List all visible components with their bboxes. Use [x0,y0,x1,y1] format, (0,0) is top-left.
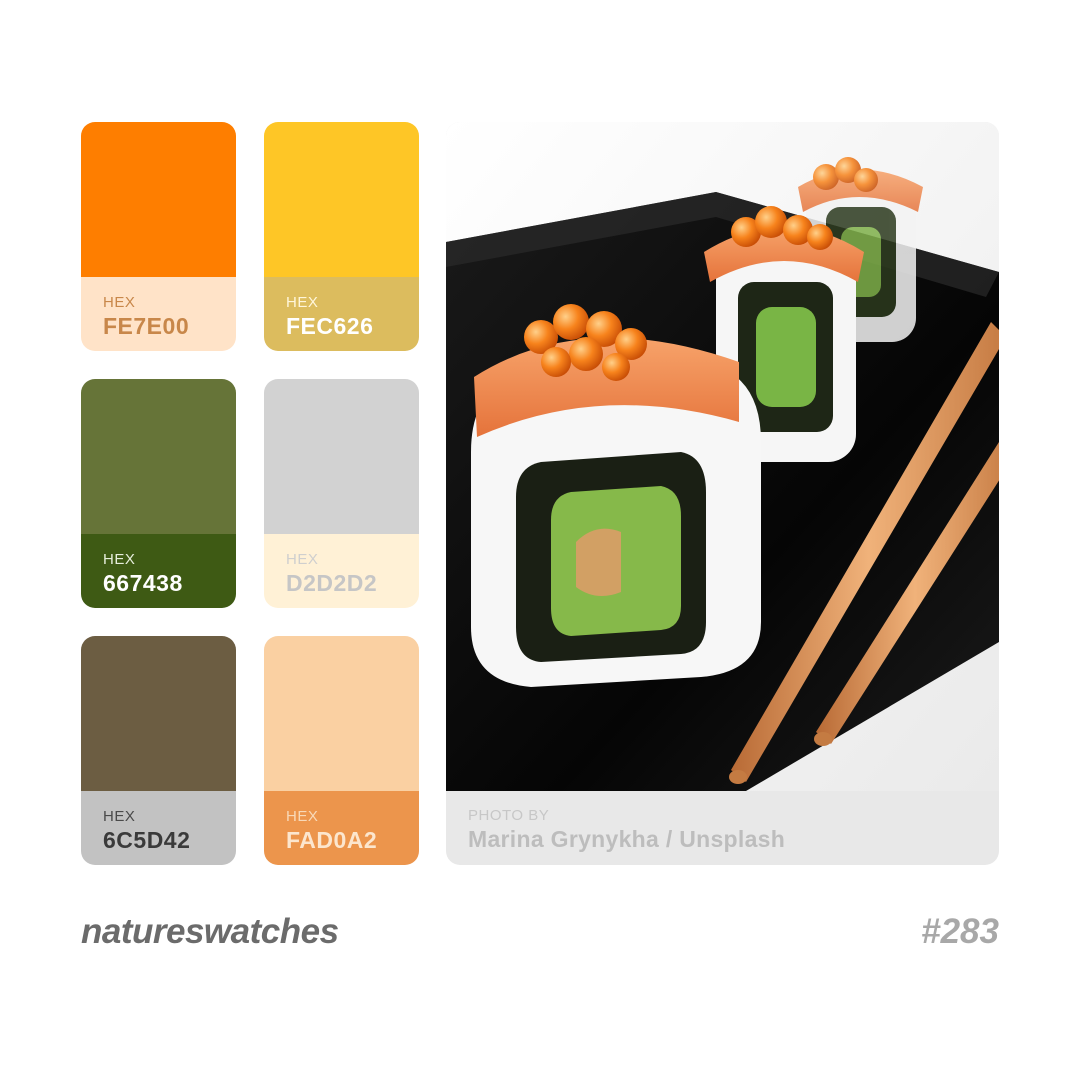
sushi-photo [446,122,999,791]
swatch-fec626: HEX FEC626 [264,122,419,351]
hex-caption: HEX [103,808,136,825]
swatch-label: HEX FE7E00 [81,277,236,351]
hex-value: 6C5D42 [103,827,191,853]
photo-credit-label: PHOTO BY [468,807,550,824]
hex-value: 667438 [103,570,183,596]
swatch-label: HEX 6C5D42 [81,791,236,865]
photo-card: PHOTO BY Marina Grynykha / Unsplash [446,122,999,865]
swatch-label: HEX 667438 [81,534,236,608]
hex-value: FEC626 [286,313,374,339]
hex-value: FAD0A2 [286,827,378,853]
swatch-color [81,122,236,277]
hex-value: D2D2D2 [286,570,378,596]
hex-caption: HEX [286,808,319,825]
swatch-label: HEX FAD0A2 [264,791,419,865]
hex-caption: HEX [286,294,319,311]
swatch-label: HEX FEC626 [264,277,419,351]
issue-number: #283 [921,912,999,951]
swatch-667438: HEX 667438 [81,379,236,608]
swatch-fad0a2: HEX FAD0A2 [264,636,419,865]
hex-value: FE7E00 [103,313,190,339]
swatch-fe7e00: HEX FE7E00 [81,122,236,351]
swatch-color [81,379,236,534]
swatch-color [264,122,419,277]
swatch-label: HEX D2D2D2 [264,534,419,608]
swatch-color [264,636,419,791]
swatch-6c5d42: HEX 6C5D42 [81,636,236,865]
hex-caption: HEX [103,551,136,568]
swatch-d2d2d2: HEX D2D2D2 [264,379,419,608]
photo-credit-name[interactable]: Marina Grynykha / Unsplash [468,826,785,853]
hex-caption: HEX [286,551,319,568]
hex-caption: HEX [103,294,136,311]
swatch-color [81,636,236,791]
brand-name: natureswatches [81,912,339,951]
swatch-color [264,379,419,534]
